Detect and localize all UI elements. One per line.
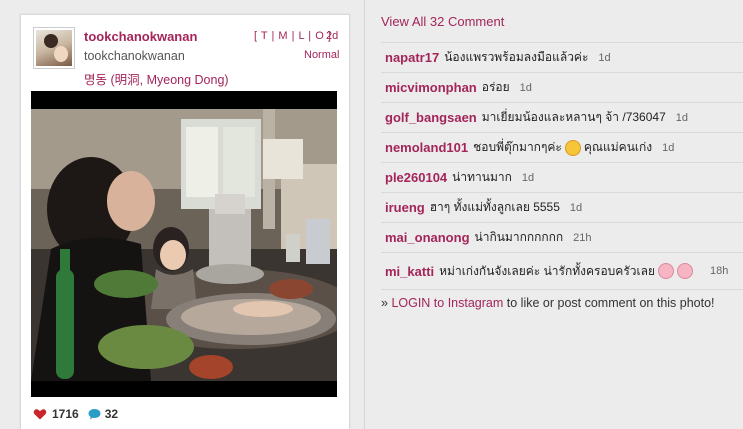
comment-time: 1d [519,81,532,94]
photo-scene [31,109,337,381]
column-divider [364,0,365,429]
comment-item: golf_bangsaen มาเยี่ยมน้องและหลานๆ จ้า /… [381,102,743,132]
comment-item: napatr17 น้องแพรวพร้อมลงมือแล้วค่ะ 1d [381,42,743,72]
comment-username[interactable]: napatr17 [385,50,439,65]
comment-username[interactable]: golf_bangsaen [385,110,477,125]
comment-item: nemoland101 ชอบพี่ตุ๊กมากๆค่ะ คุณแม่คนเก… [381,132,743,162]
comment-item: mai_onanong น่ากินมากกกกกก 21h [381,222,743,252]
comment-time: 18h [710,265,729,277]
post-full-name: tookchanokwanan [84,49,185,63]
login-prompt: » LOGIN to Instagram to like or post com… [381,296,715,310]
comment-username[interactable]: mai_onanong [385,230,470,245]
size-links[interactable]: [ T | M | L | O ] [254,30,331,42]
post-card: tookchanokwanan tookchanokwanan 명동 (明洞, … [20,14,350,429]
comment-username[interactable]: micvimonphan [385,80,477,95]
comment-text: ฮาๆ ทั้งแม่ทั้งลูกเลย 5555 [429,200,560,214]
comment-username[interactable]: irueng [385,200,425,215]
comment-text: อร่อย [481,80,510,94]
comment-item: mi_katti หม่าเก่งกันจังเลยค่ะ น่ารักทั้ง… [381,252,743,290]
comment-item: irueng ฮาๆ ทั้งแม่ทั้งลูกเลย 5555 1d [381,192,743,222]
comment-time: 21h [573,231,592,244]
comment-item: micvimonphan อร่อย 1d [381,72,743,102]
pig-emoji-icon [658,263,674,279]
comment-time: 1d [662,141,675,154]
comment-username[interactable]: mi_katti [385,264,434,279]
comment-time: 1d [675,111,688,124]
comment-text: หม่าเก่งกันจังเลยค่ะ น่ารักทั้งครอบครัวเ… [439,263,655,278]
comment-username[interactable]: ple260104 [385,170,447,185]
comment-text-continued: คุณแม่คนเก่ง [583,140,653,154]
post-filter: Normal [304,49,340,61]
post-age: 2d [326,30,339,42]
comment-text: ชอบพี่ตุ๊กมากๆค่ะ [473,140,562,154]
view-all-comments-link[interactable]: View All 32 Comment [381,14,504,29]
comment-count: 32 [104,407,119,421]
post-location[interactable]: 명동 (明洞, Myeong Dong) [84,69,229,88]
comment-item: ple260104 น่าทานมาก 1d [381,162,743,192]
comment-text: น่ากินมากกกกกก [474,230,564,244]
pig-emoji-icon [677,263,693,279]
comment-time: 1d [521,171,535,184]
comment-time: 1d [569,201,583,214]
login-suffix: to like or post comment on this photo! [506,296,715,310]
likes-count: 1716 [52,407,79,421]
comment-bubble-icon[interactable] [88,408,101,420]
comment-text: น้องแพรวพร้อมลงมือแล้วค่ะ [444,50,589,64]
heart-icon[interactable] [33,407,47,421]
post-username[interactable]: tookchanokwanan [84,29,197,44]
post-photo[interactable] [31,91,337,397]
login-link[interactable]: LOGIN to Instagram [391,296,503,310]
comment-username[interactable]: nemoland101 [385,140,468,155]
comment-text: มาเยี่ยมน้องและหลานๆ จ้า /736047 [481,110,666,124]
comment-time: 1d [598,51,611,64]
login-prefix: » [381,296,388,310]
left-gutter [0,0,20,429]
comment-text: น่าทานมาก [452,170,512,184]
comment-list: napatr17 น้องแพรวพร้อมลงมือแล้วค่ะ 1d mi… [381,42,743,290]
kiss-emoji-icon [564,139,581,156]
avatar[interactable] [33,27,75,69]
post-stats: 1716 32 [33,407,118,421]
